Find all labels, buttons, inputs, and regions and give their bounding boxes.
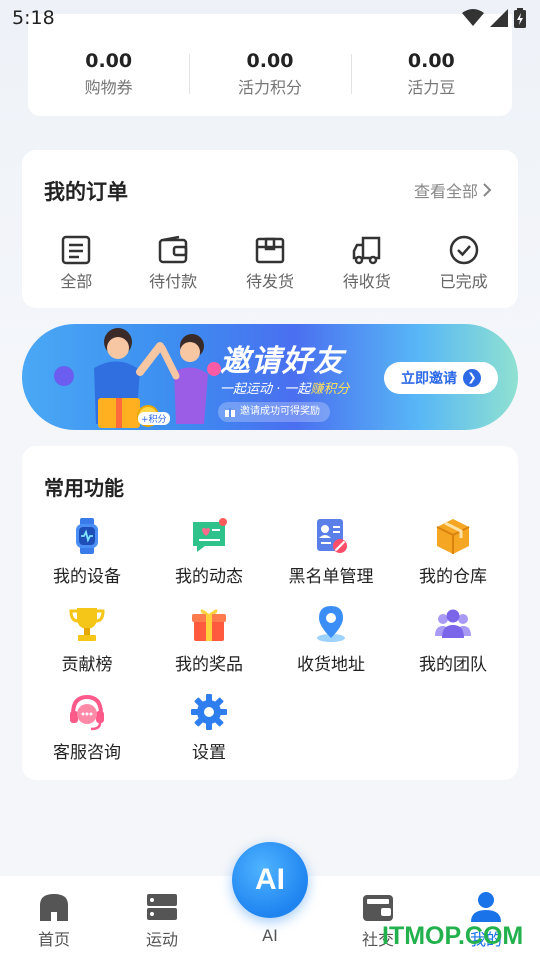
order-label: 已完成 <box>439 272 488 291</box>
func-label: 我的仓库 <box>419 567 487 587</box>
point-value: 0.00 <box>246 50 294 72</box>
wallet-icon <box>158 235 188 264</box>
box-icon <box>255 237 285 264</box>
func-label: 黑名单管理 <box>288 567 374 587</box>
func-customer-service[interactable]: 客服咨询 <box>26 692 148 770</box>
order-pending-receipt-button[interactable]: 待收货 <box>322 234 412 292</box>
point-value: 0.00 <box>407 50 455 72</box>
view-all-label: 查看全部 <box>413 182 478 201</box>
func-label: 我的动态 <box>175 567 243 587</box>
team-icon <box>435 609 471 638</box>
func-blacklist-management[interactable]: 黑名单管理 <box>270 516 392 594</box>
check-circle-icon <box>449 235 478 265</box>
ai-button-label: AI <box>255 863 285 896</box>
nav-home[interactable]: 首页 <box>14 890 94 950</box>
chevron-right-icon <box>483 183 492 197</box>
orders-title: 我的订单 <box>44 180 128 204</box>
nav-label: AI <box>262 926 278 945</box>
point-label: 购物券 <box>84 78 133 97</box>
func-label: 我的奖品 <box>175 655 243 675</box>
watermark: ITMOP.COM <box>382 922 524 950</box>
func-contribution-board[interactable]: 贡献榜 <box>26 604 148 682</box>
point-label: 活力豆 <box>407 78 456 97</box>
order-label: 待发货 <box>245 272 294 291</box>
common-functions-card: 常用功能 我的设备 我的动态 黑名单管理 我的仓库 贡献榜 我的奖品 收货地址 <box>22 446 518 780</box>
sport-icon <box>147 894 177 920</box>
nav-label: 首页 <box>37 930 70 949</box>
status-time: 5:18 <box>12 7 55 29</box>
gift-icon <box>192 609 226 641</box>
order-label: 待收货 <box>342 272 391 291</box>
order-pending-payment-button[interactable]: 待付款 <box>128 234 218 292</box>
func-settings[interactable]: 设置 <box>148 692 270 770</box>
signal-icon <box>490 9 508 27</box>
order-label: 全部 <box>60 272 93 291</box>
gift-small-icon <box>225 408 235 417</box>
gear-icon <box>191 694 227 730</box>
banner-badge: +积分 <box>138 412 170 425</box>
banner-illustration <box>54 328 222 428</box>
func-label: 我的设备 <box>53 567 121 587</box>
banner-subtitle-highlight: 赚积分 <box>310 382 350 397</box>
point-vitality-score[interactable]: 0.00 活力积分 <box>189 50 350 98</box>
point-value: 0.00 <box>85 50 133 72</box>
truck-icon <box>352 236 381 265</box>
func-label: 设置 <box>192 743 226 763</box>
order-completed-button[interactable]: 已完成 <box>419 234 509 292</box>
smartwatch-icon <box>76 518 98 554</box>
headset-icon <box>70 694 104 731</box>
location-pin-icon <box>317 606 345 642</box>
list-icon <box>62 235 91 265</box>
status-bar: 5:18 <box>0 0 540 36</box>
order-all-button[interactable]: 全部 <box>31 234 121 292</box>
invite-friends-banner[interactable]: +积分 邀请好友 一起运动 · 一起赚积分 邀请成功可得奖励 立即邀请 ❯ <box>22 324 518 430</box>
point-vitality-bean[interactable]: 0.00 活力豆 <box>350 50 512 98</box>
home-icon <box>40 894 68 921</box>
ai-button[interactable]: AI <box>232 842 308 918</box>
func-shipping-address[interactable]: 收货地址 <box>270 604 392 682</box>
func-my-devices[interactable]: 我的设备 <box>26 516 148 594</box>
banner-title: 邀请好友 <box>220 344 344 379</box>
func-my-warehouse[interactable]: 我的仓库 <box>392 516 514 594</box>
order-label: 待付款 <box>149 272 198 291</box>
banner-subtitle-text: 一起运动 · 一起 <box>220 382 311 397</box>
banner-pill-text: 邀请成功可得奖励 <box>240 406 320 417</box>
func-label: 客服咨询 <box>53 743 121 763</box>
status-icons <box>462 8 526 28</box>
message-icon <box>193 518 227 552</box>
func-my-prizes[interactable]: 我的奖品 <box>148 604 270 682</box>
nav-sport[interactable]: 运动 <box>122 890 202 950</box>
functions-title: 常用功能 <box>44 476 124 500</box>
user-icon <box>471 892 501 922</box>
func-my-team[interactable]: 我的团队 <box>392 604 514 682</box>
banner-reward-pill: 邀请成功可得奖励 <box>218 402 330 422</box>
functions-grid: 我的设备 我的动态 黑名单管理 我的仓库 贡献榜 我的奖品 收货地址 我的团队 <box>22 516 518 770</box>
func-label: 收货地址 <box>297 655 365 675</box>
trophy-icon <box>69 608 105 641</box>
func-label: 贡献榜 <box>61 655 113 675</box>
func-label: 我的团队 <box>419 655 487 675</box>
order-pending-shipment-button[interactable]: 待发货 <box>225 234 315 292</box>
blacklist-icon <box>317 519 347 553</box>
arrow-right-icon: ❯ <box>463 369 481 387</box>
invite-now-label: 立即邀请 <box>401 371 457 387</box>
point-label: 活力积分 <box>237 78 302 97</box>
warehouse-box-icon <box>436 519 470 554</box>
orders-card: 我的订单 查看全部 全部 待付款 待发货 待收货 已完成 <box>22 150 518 308</box>
point-shopping-voucher[interactable]: 0.00 购物券 <box>28 50 189 98</box>
orders-row: 全部 待付款 待发货 待收货 已完成 <box>22 234 518 292</box>
invite-now-button[interactable]: 立即邀请 ❯ <box>384 362 498 394</box>
battery-icon <box>514 8 526 28</box>
view-all-orders-link[interactable]: 查看全部 <box>414 178 492 202</box>
func-my-moments[interactable]: 我的动态 <box>148 516 270 594</box>
banner-subtitle: 一起运动 · 一起赚积分 <box>220 378 349 397</box>
wifi-icon <box>462 9 484 26</box>
nav-label: 运动 <box>145 930 178 949</box>
social-icon <box>363 895 393 921</box>
